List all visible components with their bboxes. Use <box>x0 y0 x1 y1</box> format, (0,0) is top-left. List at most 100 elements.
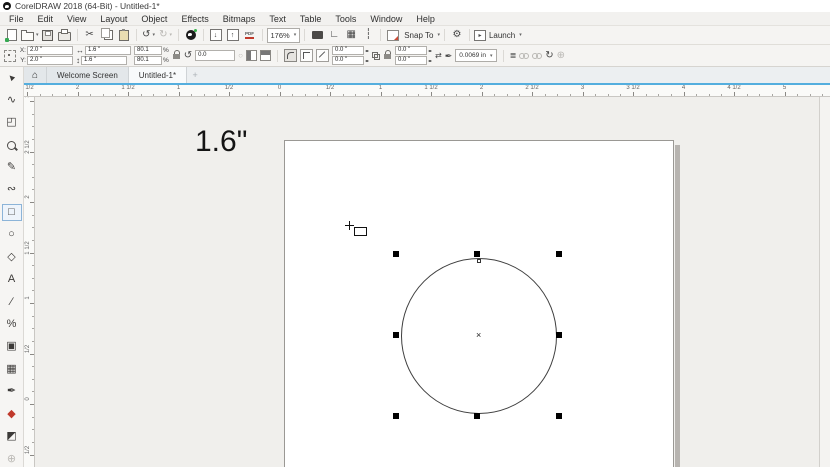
welcome-home-icon[interactable]: ⌂ <box>24 67 47 83</box>
wrap-text-button[interactable]: ≣ <box>510 52 517 60</box>
link-anchor-icon[interactable] <box>532 52 542 59</box>
stepper-icon[interactable]: ◂▸ <box>365 48 369 53</box>
export-button[interactable]: ↑ <box>225 27 241 43</box>
stepper-icon[interactable]: ◂▸ <box>428 48 432 53</box>
vertical-ruler[interactable]: 32 1/221 1/211/201/2 <box>24 97 35 467</box>
round-corner-button[interactable] <box>284 49 297 62</box>
drop-shadow-tool[interactable]: ▣ <box>2 338 22 355</box>
menu-item-object[interactable]: Object <box>134 14 174 24</box>
polygon-tool[interactable]: ◇ <box>2 249 22 266</box>
snap-preview-button[interactable] <box>385 27 401 43</box>
parallel-dimension-tool[interactable]: ∕ <box>2 293 22 310</box>
selection-handle[interactable] <box>556 413 562 419</box>
show-guidelines-button[interactable]: ┆ <box>360 27 376 43</box>
chevron-down-icon[interactable]: ▾ <box>294 32 297 38</box>
launch-button[interactable]: ▸ Launch ▾ <box>474 27 522 43</box>
menu-item-text[interactable]: Text <box>262 14 293 24</box>
save-button[interactable] <box>40 27 56 43</box>
chamfer-field-2[interactable]: 0.0 " <box>395 56 427 65</box>
selection-handle[interactable] <box>393 332 399 338</box>
lock-ratio-button[interactable] <box>172 51 181 60</box>
drawing-canvas[interactable]: 1.6" × <box>35 97 830 467</box>
menu-item-file[interactable]: File <box>2 14 31 24</box>
menu-item-window[interactable]: Window <box>363 14 409 24</box>
ellipse-tool[interactable]: ○ <box>2 226 22 243</box>
chamfered-corner-button[interactable] <box>316 49 329 62</box>
scale-x-field[interactable]: 80.1 <box>134 46 162 55</box>
new-tab-button[interactable]: + <box>187 67 203 83</box>
show-rulers-button[interactable]: ∟ <box>326 27 342 43</box>
import-button[interactable]: ↓ <box>208 27 224 43</box>
link-icon[interactable] <box>519 52 529 59</box>
tab-welcome-screen[interactable]: Welcome Screen <box>47 67 129 83</box>
search-content-button[interactable] <box>183 27 199 43</box>
object-width-field[interactable]: 1.6 " <box>85 46 131 55</box>
show-grid-button[interactable]: ▦ <box>343 27 359 43</box>
selection-handle[interactable] <box>393 413 399 419</box>
zoom-tool[interactable] <box>2 136 22 153</box>
menu-item-table[interactable]: Table <box>293 14 329 24</box>
artistic-media-tool[interactable]: ∾ <box>2 181 22 198</box>
options-button[interactable]: ⚙ <box>449 27 465 43</box>
swap-corners-icon[interactable]: ⇄ <box>435 52 442 60</box>
chevron-down-icon[interactable]: ▾ <box>490 53 493 59</box>
menu-item-bitmaps[interactable]: Bitmaps <box>216 14 263 24</box>
connector-tool[interactable]: % <box>2 316 22 333</box>
y-position-field[interactable]: 2.0 " <box>27 56 73 65</box>
stepper-icon[interactable]: ◂▸ <box>428 58 432 63</box>
menu-item-edit[interactable]: Edit <box>31 14 61 24</box>
x-position-field[interactable]: 2.0 " <box>27 46 73 55</box>
print-button[interactable] <box>57 27 73 43</box>
snap-to-dropdown[interactable]: Snap To ▾ <box>402 27 440 43</box>
convert-to-curves-button[interactable]: ↻ <box>545 52 553 60</box>
rectangle-tool[interactable]: □ <box>2 204 22 221</box>
corner-radius-field-1[interactable]: 0.0 " <box>332 46 364 55</box>
menu-item-tools[interactable]: Tools <box>328 14 363 24</box>
smart-fill-tool[interactable]: ◆ <box>2 406 22 423</box>
publish-pdf-button[interactable]: PDF <box>242 27 258 43</box>
transparency-tool[interactable]: ▦ <box>2 361 22 378</box>
scalloped-corner-button[interactable] <box>300 49 313 62</box>
edit-corners-together-icon[interactable] <box>372 52 380 60</box>
tab-untitled-1[interactable]: Untitled-1* <box>129 67 187 83</box>
chevron-down-icon[interactable]: ▾ <box>169 32 172 38</box>
scale-y-field[interactable]: 80.1 <box>134 56 162 65</box>
horizontal-ruler[interactable]: 2 1/221 1/211/201/211 1/222 1/233 1/244 … <box>24 85 830 97</box>
text-tool[interactable]: A <box>2 271 22 288</box>
chamfer-field-1[interactable]: 0.0 " <box>395 46 427 55</box>
lock-corners-button[interactable] <box>383 51 392 60</box>
mirror-horizontal-button[interactable] <box>246 50 257 61</box>
redo-button[interactable]: ↻▾ <box>158 27 174 43</box>
cut-button[interactable]: ✂ <box>82 27 98 43</box>
eyedropper-tool[interactable]: ✒ <box>2 383 22 400</box>
stepper-icon[interactable]: ◂▸ <box>365 58 369 63</box>
freehand-tool[interactable]: ✎ <box>2 159 22 176</box>
selection-handle[interactable] <box>474 413 480 419</box>
selection-handle[interactable] <box>474 251 480 257</box>
shape-tool[interactable]: ∿ <box>2 91 22 108</box>
menu-item-layout[interactable]: Layout <box>93 14 134 24</box>
interactive-fill-tool[interactable]: ◩ <box>2 428 22 445</box>
open-button[interactable]: ▾ <box>21 27 39 43</box>
crop-tool[interactable]: ◰ <box>2 114 22 131</box>
rotation-angle-field[interactable]: 0.0 <box>195 50 235 61</box>
customize-tool[interactable]: ⊕ <box>2 450 22 467</box>
menu-item-help[interactable]: Help <box>409 14 442 24</box>
menu-item-view[interactable]: View <box>60 14 93 24</box>
fullscreen-preview-button[interactable] <box>309 27 325 43</box>
chevron-down-icon[interactable]: ▾ <box>152 32 155 38</box>
zoom-level-combo[interactable]: 176% ▾ <box>267 28 301 43</box>
ellipse-node[interactable] <box>477 259 481 263</box>
paste-button[interactable] <box>116 27 132 43</box>
mirror-vertical-button[interactable] <box>260 50 271 61</box>
undo-button[interactable]: ↺▾ <box>141 27 157 43</box>
object-height-field[interactable]: 1.6 " <box>81 56 127 65</box>
outline-width-combo[interactable]: 0.0069 in ▾ <box>455 49 496 62</box>
copy-button[interactable] <box>99 27 115 43</box>
menu-item-effects[interactable]: Effects <box>174 14 215 24</box>
corner-radius-field-2[interactable]: 0.0 " <box>332 56 364 65</box>
scrollbar-track[interactable] <box>819 97 830 467</box>
selection-handle[interactable] <box>556 332 562 338</box>
chevron-down-icon[interactable]: ▾ <box>36 32 39 38</box>
new-document-button[interactable] <box>4 27 20 43</box>
